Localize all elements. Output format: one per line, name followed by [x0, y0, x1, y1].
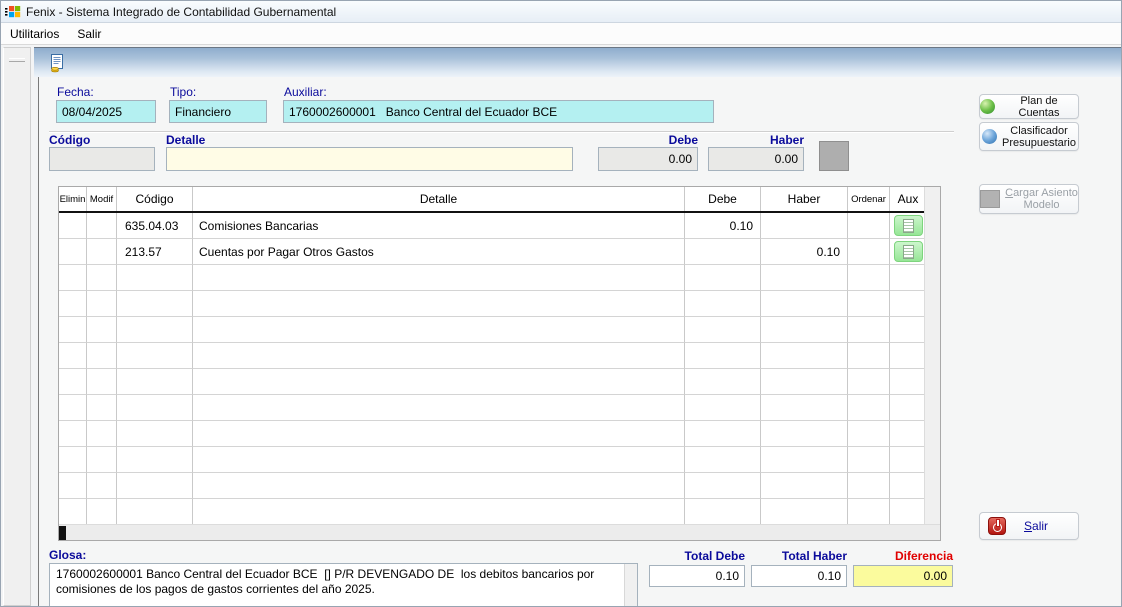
cargar-asiento-modelo-button[interactable]: Cargar AsientoModelo — [979, 184, 1079, 214]
blue-sphere-icon — [982, 129, 997, 144]
add-line-button[interactable] — [819, 141, 849, 171]
table-row-empty[interactable] — [59, 343, 926, 369]
cargar-asiento-label: Cargar AsientoModelo — [1005, 187, 1078, 211]
cell-aux — [890, 239, 926, 265]
cell-detalle: Cuentas por Pagar Otros Gastos — [193, 239, 685, 265]
document-icon — [903, 245, 914, 259]
fecha-input[interactable] — [56, 100, 156, 123]
cell-codigo: 213.57 — [117, 239, 193, 265]
header-aux[interactable]: Aux — [890, 187, 926, 211]
cell-ordenar — [848, 213, 890, 239]
left-collapsed-panel[interactable] — [3, 47, 31, 606]
cell-modif[interactable] — [87, 213, 117, 239]
table-empty-rows — [59, 265, 926, 524]
plan-de-cuentas-button[interactable]: Plan de Cuentas — [979, 94, 1079, 119]
debe-input[interactable] — [598, 147, 698, 171]
aux-button[interactable] — [894, 215, 923, 236]
total-haber-label: Total Haber — [751, 549, 847, 563]
diferencia-field — [853, 565, 953, 587]
auxiliar-label: Auxiliar: — [284, 85, 327, 99]
cell-elimin[interactable] — [59, 239, 87, 265]
header-detalle[interactable]: Detalle — [193, 187, 685, 211]
windows-logo-icon — [5, 4, 21, 20]
header-codigo[interactable]: Código — [117, 187, 193, 211]
cell-haber: 0.10 — [761, 239, 848, 265]
power-icon — [988, 517, 1006, 535]
new-entry-toolbar-button[interactable] — [45, 51, 69, 75]
table-horizontal-scrollbar[interactable] — [59, 524, 940, 540]
glosa-label: Glosa: — [49, 548, 86, 562]
table-row-empty[interactable] — [59, 369, 926, 395]
cell-debe: 0.10 — [685, 213, 761, 239]
table-row-empty[interactable] — [59, 395, 926, 421]
header-debe[interactable]: Debe — [685, 187, 761, 211]
menu-salir[interactable]: Salir — [68, 24, 110, 44]
title-bar: Fenix - Sistema Integrado de Contabilida… — [1, 1, 1121, 23]
detalle-label: Detalle — [166, 133, 205, 147]
total-debe-field — [649, 565, 745, 587]
cell-aux — [890, 213, 926, 239]
table-header-row: Elimin Modif Código Detalle Debe Haber O… — [59, 187, 926, 213]
green-sphere-icon — [980, 99, 995, 114]
table-vertical-scrollbar[interactable] — [924, 187, 940, 524]
detalle-input[interactable] — [166, 147, 573, 171]
window-title: Fenix - Sistema Integrado de Contabilida… — [26, 5, 336, 19]
cell-ordenar — [848, 239, 890, 265]
document-coins-icon — [47, 53, 67, 73]
clasificador-presupuestario-button[interactable]: ClasificadorPresupuestario — [979, 122, 1079, 151]
glosa-scrollbar[interactable] — [624, 564, 637, 607]
tipo-label: Tipo: — [170, 85, 196, 99]
glosa-input[interactable]: 1760002600001 Banco Central del Ecuador … — [49, 563, 638, 607]
table-row-empty[interactable] — [59, 291, 926, 317]
table-row-empty[interactable] — [59, 447, 926, 473]
header-haber[interactable]: Haber — [761, 187, 848, 211]
haber-input[interactable] — [708, 147, 804, 171]
cell-haber — [761, 213, 848, 239]
header-modif[interactable]: Modif — [87, 187, 117, 211]
scrollbar-thumb[interactable] — [59, 526, 66, 540]
menu-bar: Utilitarios Salir — [1, 23, 1121, 45]
plan-de-cuentas-label: Plan de Cuentas — [1000, 95, 1078, 119]
table-row-empty[interactable] — [59, 499, 926, 524]
table-row-empty[interactable] — [59, 473, 926, 499]
table-row[interactable]: 213.57 Cuentas por Pagar Otros Gastos 0.… — [59, 239, 926, 265]
auxiliar-input[interactable] — [283, 100, 714, 123]
panel-grabber-handle[interactable] — [9, 58, 25, 62]
cell-modif[interactable] — [87, 239, 117, 265]
table-row-empty[interactable] — [59, 317, 926, 343]
diferencia-label: Diferencia — [853, 549, 953, 563]
haber-label: Haber — [708, 133, 804, 147]
cell-elimin[interactable] — [59, 213, 87, 239]
cell-codigo: 635.04.03 — [117, 213, 193, 239]
codigo-label: Código — [49, 133, 90, 147]
header-ordenar[interactable]: Ordenar — [848, 187, 890, 211]
table-row-empty[interactable] — [59, 421, 926, 447]
cell-debe — [685, 239, 761, 265]
total-haber-field — [751, 565, 847, 587]
tipo-input[interactable] — [169, 100, 267, 123]
salir-label: Salir — [1024, 519, 1048, 533]
salir-button[interactable]: Salir — [979, 512, 1079, 540]
gray-square-icon — [980, 190, 1000, 208]
menu-utilitarios[interactable]: Utilitarios — [1, 24, 68, 44]
total-debe-label: Total Debe — [649, 549, 745, 563]
codigo-input[interactable] — [49, 147, 155, 171]
document-icon — [903, 219, 914, 233]
debe-label: Debe — [598, 133, 698, 147]
application-window: Fenix - Sistema Integrado de Contabilida… — [0, 0, 1122, 607]
clasificador-label: ClasificadorPresupuestario — [1002, 125, 1076, 149]
entries-table: Elimin Modif Código Detalle Debe Haber O… — [58, 186, 941, 541]
table-row-empty[interactable] — [59, 265, 926, 291]
fecha-label: Fecha: — [57, 85, 94, 99]
header-elimin[interactable]: Elimin — [59, 187, 87, 211]
cell-detalle: Comisiones Bancarias — [193, 213, 685, 239]
table-row[interactable]: 635.04.03 Comisiones Bancarias 0.10 — [59, 213, 926, 239]
aux-button[interactable] — [894, 241, 923, 262]
toolbar — [34, 47, 1121, 77]
